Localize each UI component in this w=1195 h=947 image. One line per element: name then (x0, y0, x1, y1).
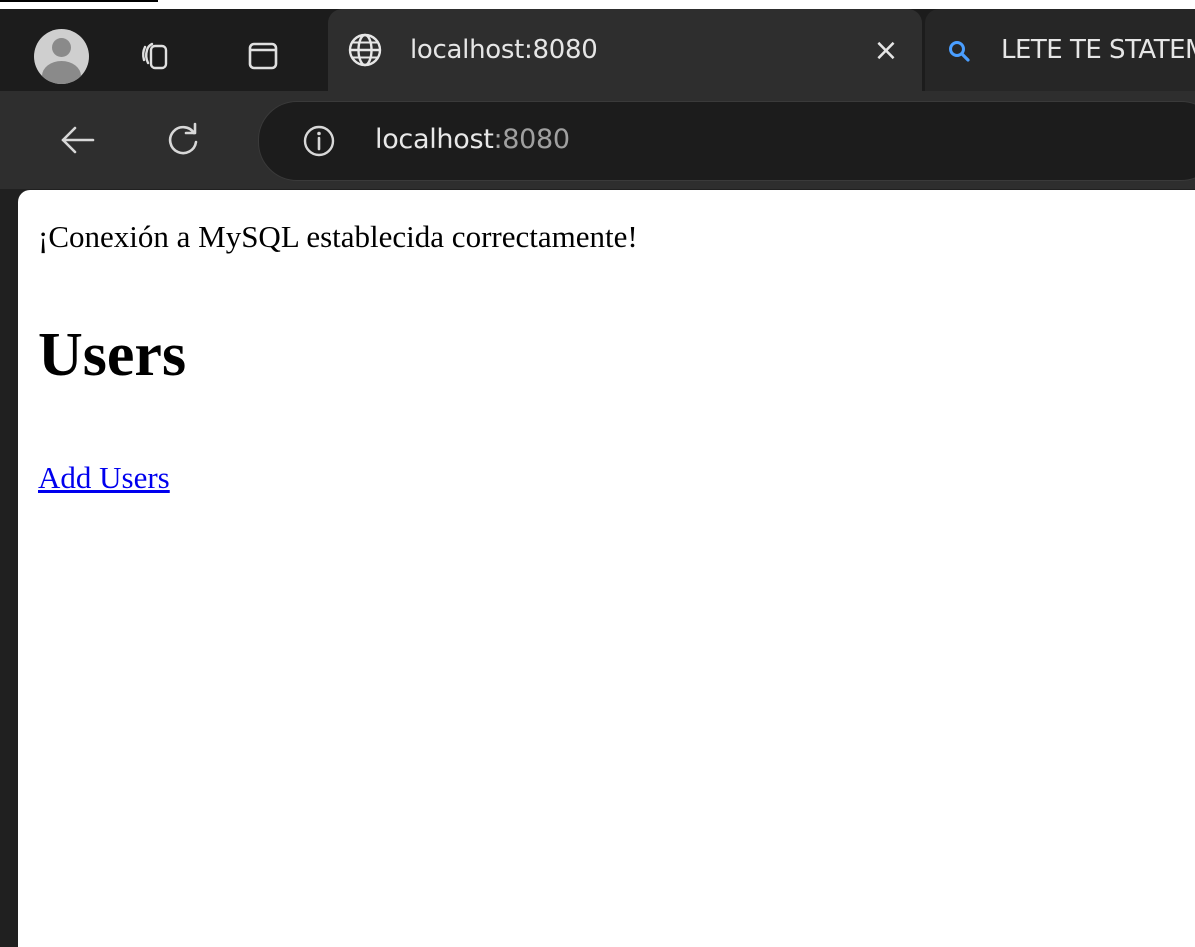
connection-status-message: ¡Conexión a MySQL establecida correctame… (38, 219, 638, 254)
close-icon: × (873, 33, 899, 68)
tab-strip: localhost:8080 × LETE TE STATEM (0, 9, 1195, 91)
browser-window: localhost:8080 × LETE TE STATEM localhos… (0, 9, 1195, 947)
tab-title: localhost:8080 (410, 35, 598, 65)
add-users-link[interactable]: Add Users (38, 460, 170, 496)
tab-search[interactable]: LETE TE STATEM (925, 9, 1195, 91)
reload-icon (168, 122, 198, 155)
tab-localhost[interactable]: localhost:8080 × (328, 9, 922, 91)
tab-title: LETE TE STATEM (1001, 35, 1195, 65)
globe-icon (348, 33, 382, 67)
back-arrow-icon (61, 126, 95, 154)
toolbar: localhost:8080 (0, 91, 1195, 189)
address-bar[interactable]: localhost:8080 (258, 101, 1195, 181)
workspaces-button[interactable] (130, 29, 184, 83)
page-viewport: ¡Conexión a MySQL establecida correctame… (18, 190, 1195, 947)
screenshot: localhost:8080 × LETE TE STATEM localhos… (0, 0, 1195, 947)
crop-line (0, 0, 158, 2)
address-text: localhost:8080 (375, 124, 570, 155)
address-port: :8080 (493, 124, 571, 155)
workspaces-icon (142, 42, 168, 70)
tab-close-button[interactable]: × (868, 33, 904, 69)
search-icon (949, 41, 970, 62)
vertical-tabs-icon (248, 42, 278, 70)
page-title: Users (38, 321, 187, 389)
top-border (0, 0, 1195, 9)
info-icon (303, 125, 335, 157)
avatar-head (52, 38, 71, 57)
tab-actions-button[interactable] (236, 29, 290, 83)
reload-button[interactable] (156, 113, 210, 167)
address-host: localhost (375, 124, 494, 155)
avatar-body (42, 61, 81, 84)
back-button[interactable] (50, 113, 104, 167)
profile-avatar[interactable] (34, 29, 89, 84)
